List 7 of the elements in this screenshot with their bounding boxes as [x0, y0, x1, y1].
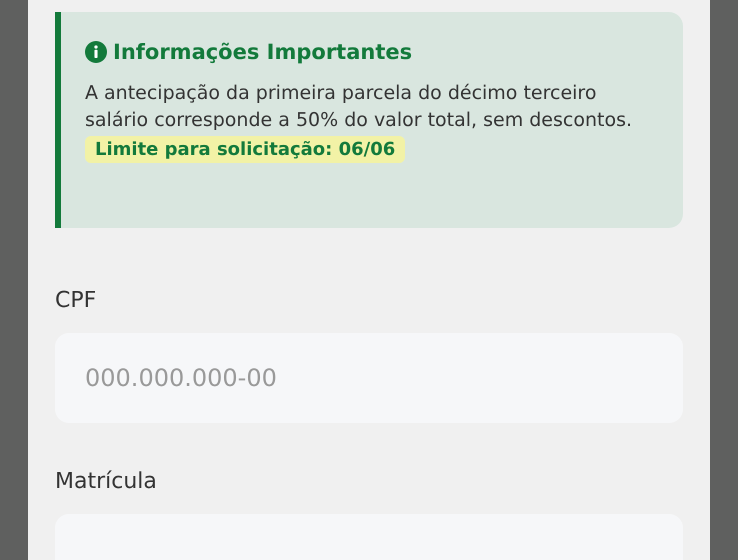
info-title: Informações Importantes [113, 40, 412, 64]
field-label: CPF [55, 288, 98, 313]
info-icon [85, 41, 107, 63]
field-label: Matrícula [55, 469, 158, 494]
input-field[interactable]: 000.000.000-00 [55, 333, 683, 423]
info-text: A antecipação da primeira parcela do décimo terceiro salário corresponde a 50% do valor total, sem descontos. [85, 81, 634, 133]
deadline-notice: Limite para solicitação: 06/06 [85, 136, 406, 163]
